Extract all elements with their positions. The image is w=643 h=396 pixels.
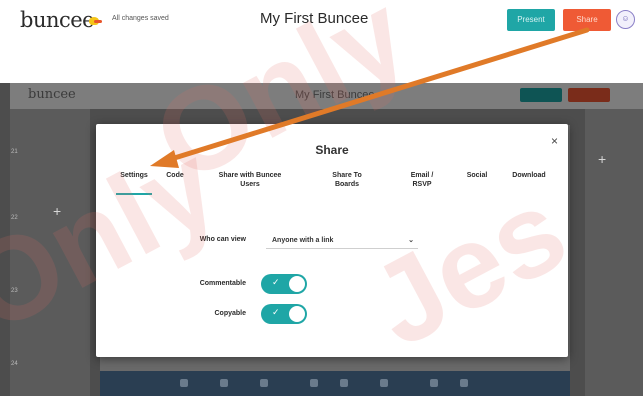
slide-number: 21: [11, 149, 18, 155]
add-slide-icon: +: [53, 203, 62, 219]
tab-share-with-buncee-users[interactable]: Share with Buncee Users: [211, 171, 289, 189]
toolbar-tool-icon: [180, 379, 188, 387]
toggle-knob: [289, 306, 305, 322]
slide-number: 22: [11, 215, 18, 221]
buncee-logo-mark-icon: [89, 17, 102, 25]
tab-settings[interactable]: Settings: [116, 171, 152, 195]
commentable-toggle[interactable]: ✓: [261, 274, 307, 294]
who-can-view-label: Who can view: [199, 236, 246, 243]
who-can-view-select[interactable]: Anyone with a link ⌄: [266, 233, 418, 249]
save-status: All changes saved: [112, 15, 169, 22]
copyable-label: Copyable: [214, 310, 246, 317]
top-bar: buncee All changes saved My First Buncee…: [0, 0, 643, 44]
add-icon: +: [598, 151, 607, 167]
tab-social[interactable]: Social: [464, 171, 490, 180]
commentable-label: Commentable: [199, 280, 246, 287]
slide-number: 24: [11, 361, 18, 367]
tab-download[interactable]: Download: [505, 171, 553, 180]
inner-top-bar: buncee My First Buncee: [10, 83, 643, 109]
inner-share-button: [568, 88, 610, 102]
copyable-toggle[interactable]: ✓: [261, 304, 307, 324]
toolbar-tool-icon: [220, 379, 228, 387]
toggle-knob: [289, 276, 305, 292]
tab-share-to-boards[interactable]: Share To Boards: [327, 171, 367, 189]
check-icon: ✓: [272, 307, 280, 317]
chevron-down-icon: ⌄: [408, 237, 414, 244]
inner-logo: buncee: [28, 87, 76, 102]
toolbar-tool-icon: [260, 379, 268, 387]
tab-email-rsvp[interactable]: Email / RSVP: [404, 171, 440, 189]
document-title[interactable]: My First Buncee: [260, 10, 368, 27]
buncee-logo[interactable]: buncee: [20, 8, 95, 32]
close-icon[interactable]: ×: [551, 134, 558, 148]
right-panel: [585, 109, 643, 396]
who-can-view-value: Anyone with a link: [272, 237, 334, 244]
check-icon: ✓: [272, 277, 280, 287]
user-avatar-icon[interactable]: ☺: [616, 10, 635, 29]
inner-present-button: [520, 88, 562, 102]
slide-panel: [10, 109, 90, 396]
share-button[interactable]: Share: [563, 9, 611, 31]
share-dialog: Share × Settings Code Share with Buncee …: [96, 124, 568, 357]
inner-document-title: My First Buncee: [295, 89, 375, 101]
toolbar-tool-icon: [340, 379, 348, 387]
tab-code[interactable]: Code: [163, 171, 187, 180]
toolbar-tool-icon: [380, 379, 388, 387]
toolbar-tool-icon: [430, 379, 438, 387]
present-button[interactable]: Present: [507, 9, 555, 31]
slide-number: 23: [11, 288, 18, 294]
toolbar-tool-icon: [310, 379, 318, 387]
dialog-title: Share: [315, 143, 349, 157]
toolbar-tool-icon: [460, 379, 468, 387]
inner-toolbar: [100, 371, 570, 396]
